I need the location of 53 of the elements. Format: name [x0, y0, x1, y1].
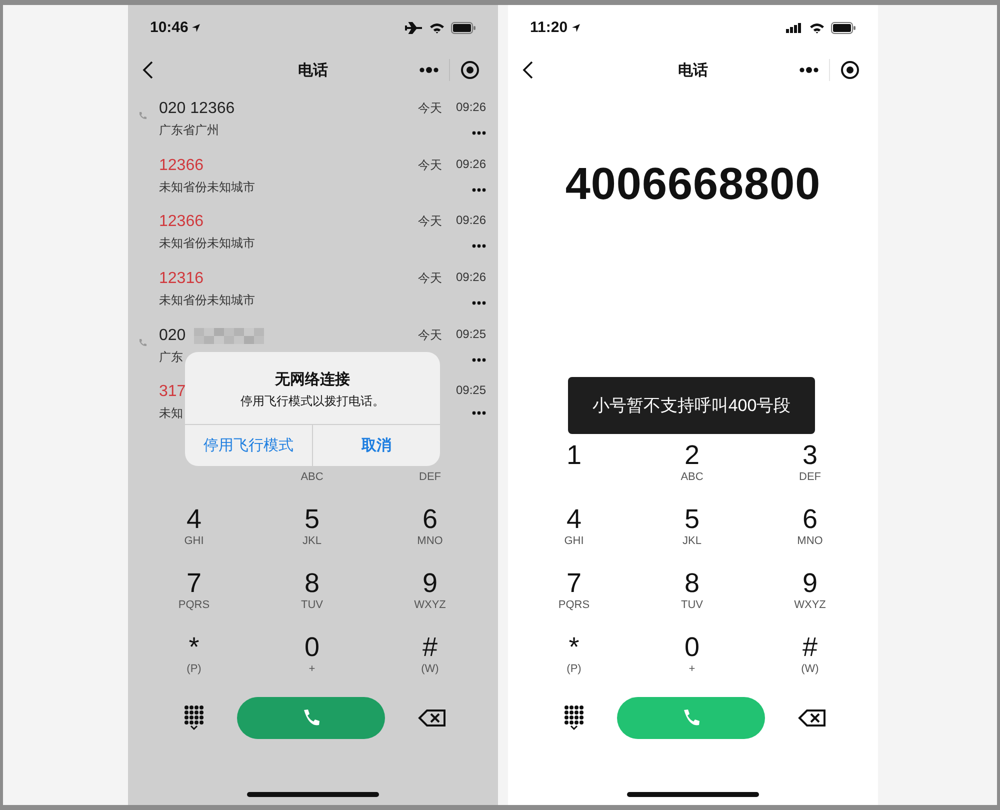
- key-letters: (W): [421, 663, 439, 675]
- key-letters: JKL: [302, 535, 322, 547]
- key-letters: +: [308, 663, 316, 675]
- key-letters: ABC: [680, 471, 704, 483]
- call-time: 09:26: [456, 270, 486, 286]
- call-date: 今天: [418, 270, 442, 288]
- location-text: 广东: [159, 348, 184, 366]
- page-title: 电话: [678, 60, 708, 80]
- key-letters: WXYZ: [794, 599, 826, 611]
- phone-number: 12366: [159, 156, 204, 175]
- phone-number: 317: [159, 383, 186, 402]
- location-text: 未知省份未知城市: [159, 178, 256, 196]
- phone-number: 12366: [159, 213, 204, 232]
- key-letters: WXYZ: [414, 599, 446, 611]
- key-letters: GHI: [564, 535, 584, 547]
- key-letters: TUV: [681, 599, 703, 611]
- call-time: 09:25: [456, 383, 486, 398]
- page-title: 电话: [298, 60, 328, 80]
- location-text: 未知: [159, 405, 184, 422]
- info-toast: 小号暂不支持呼叫400号段: [568, 377, 815, 434]
- key-letters: (P): [566, 663, 582, 675]
- call-time: 09:26: [456, 100, 486, 116]
- status-time: 11:20: [530, 19, 568, 36]
- call-date: 今天: [418, 326, 442, 344]
- alert-title: 无网络连接: [274, 370, 351, 389]
- call-date: 今天: [418, 100, 442, 117]
- call-time: 09:26: [456, 156, 486, 173]
- location-text: 广东省广州: [159, 122, 220, 139]
- phone-number: 12316: [159, 270, 204, 288]
- call-date: 今天: [418, 156, 442, 174]
- call-date: 今天: [418, 213, 442, 230]
- key-letters: PQRS: [558, 599, 590, 611]
- key-letters: JKL: [682, 535, 702, 547]
- key-letters: DEF: [419, 471, 441, 483]
- key-letters: ABC: [300, 471, 324, 483]
- key-letters: MNO: [797, 535, 823, 547]
- key-letters: GHI: [184, 535, 204, 547]
- phone-number: 020 12366: [159, 100, 235, 118]
- location-text: 未知省份未知城市: [159, 292, 256, 310]
- key-letters: (P): [186, 663, 202, 675]
- call-time: 09:26: [456, 213, 486, 230]
- dialed-number: 4006668800: [564, 158, 822, 210]
- key-letters: +: [688, 663, 696, 675]
- call-time: 09:25: [456, 326, 486, 343]
- status-time: 10:46: [150, 19, 188, 36]
- key-letters: (W): [801, 663, 819, 675]
- key-letters: PQRS: [178, 599, 210, 611]
- phone-number: 020: [159, 326, 186, 345]
- location-text: 未知省份未知城市: [159, 235, 256, 252]
- key-letters: DEF: [799, 471, 821, 483]
- key-letters: MNO: [417, 535, 443, 547]
- alert-message: 停用飞行模式以拨打电话。: [240, 393, 386, 410]
- key-letters: TUV: [301, 599, 323, 611]
